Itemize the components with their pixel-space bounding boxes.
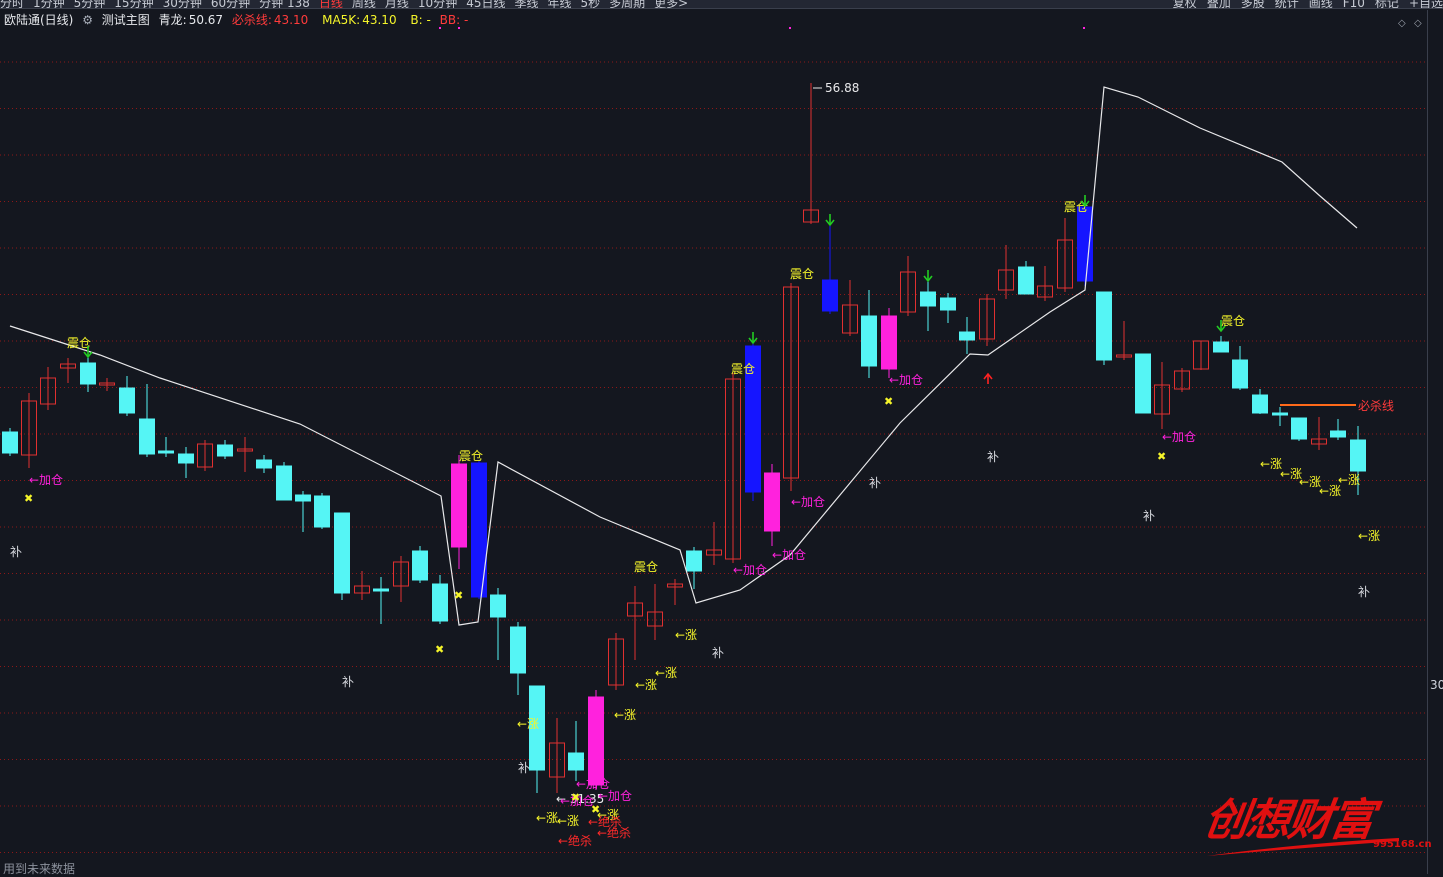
signal-marks: 56.88← 31.35必杀线震仓震仓震仓震仓震仓震仓震仓←加仓←加仓←加仓←加…: [10, 18, 1422, 848]
zhang-label: ←涨: [614, 707, 636, 722]
x-mark-icon: ✖: [454, 589, 463, 602]
candle-body: [1232, 359, 1248, 389]
candle-body: [2, 431, 18, 454]
candle-body: [80, 362, 96, 385]
jiacang-label: ←加仓: [733, 563, 767, 577]
candle-body: [295, 494, 311, 502]
zhang-label: ←涨: [675, 627, 697, 642]
candle-body: [510, 626, 526, 674]
candle-body: [471, 462, 487, 598]
candle-body: [1272, 412, 1288, 416]
jiacang-label: ←加仓: [772, 548, 806, 562]
candle-body: [451, 463, 467, 548]
candle-body: [373, 588, 389, 592]
x-mark-icon: ✖: [1157, 450, 1166, 463]
bu-label: 补: [10, 545, 22, 559]
candle-body: [334, 512, 350, 594]
bu-label: 补: [518, 761, 530, 775]
signal-dot: [789, 27, 791, 29]
zhang-label: ←涨: [536, 810, 558, 825]
signal-dot: [439, 27, 441, 29]
candle-body: [881, 315, 897, 370]
candle-body: [1018, 266, 1034, 295]
candle-body: [959, 331, 975, 341]
x-mark-icon: ✖: [591, 803, 600, 816]
overlay-lines: [9, 86, 1358, 626]
juesha-label: ←绝杀: [558, 833, 592, 848]
candle-body: [1350, 439, 1366, 472]
candle-body: [1252, 394, 1268, 414]
price-axis-tick: 30: [1430, 678, 1443, 692]
candle-body: [1213, 341, 1229, 353]
candle-body: [764, 472, 780, 532]
watermark: 创想财富 995168.cn: [1201, 778, 1432, 858]
jiacang-label: ←加仓: [598, 789, 632, 803]
candle-body: [119, 387, 135, 414]
jiacang-label: ←加仓: [1162, 430, 1196, 444]
bu-label: 补: [342, 675, 354, 689]
candle-body: [1077, 206, 1093, 282]
zhang-label: ←涨: [557, 813, 579, 828]
candle-body: [314, 495, 330, 528]
jiacang-label: ←加仓: [791, 495, 825, 509]
grid-lines: [0, 61, 1427, 853]
candle-body: [686, 550, 702, 572]
future-data-warning: 用到未来数据: [3, 862, 76, 876]
candle-body: [276, 465, 292, 501]
candle-body: [588, 696, 604, 786]
collapse-icon: ◇: [1398, 18, 1406, 29]
expand-icon: ◇: [1414, 18, 1422, 29]
candle-body: [822, 279, 838, 312]
candle-body: [1135, 353, 1151, 414]
candle-body: [1330, 430, 1346, 438]
candle-body: [940, 297, 956, 311]
candle-body: [256, 459, 272, 469]
jiacang-label: ←加仓: [29, 473, 63, 487]
watermark-url: 995168.cn: [1373, 839, 1432, 850]
zhang-label: ←涨: [1299, 474, 1321, 489]
x-mark-icon: ✖: [884, 395, 893, 408]
signal-dot: [1083, 27, 1085, 29]
candle-body: [412, 550, 428, 581]
candle-body: [1096, 291, 1112, 361]
x-mark-icon: ✖: [435, 643, 444, 656]
candle-body: [158, 450, 174, 454]
zhang-label: ←涨: [517, 716, 539, 731]
zhang-label: ←涨: [1260, 456, 1282, 471]
jiacang-label: ←加仓: [889, 373, 923, 387]
bu-label: 补: [712, 646, 724, 660]
candle-body: [920, 291, 936, 307]
zhang-label: ←涨: [635, 677, 657, 692]
candle-body: [217, 444, 233, 457]
juesha-label: ←绝杀: [597, 825, 631, 840]
bu-label: 补: [869, 476, 881, 490]
candle-body: [490, 594, 506, 618]
candle-body: [432, 583, 448, 622]
bu-label: 补: [1143, 509, 1155, 523]
zhencang-label: 震仓: [731, 362, 755, 376]
candle-body: [568, 752, 584, 771]
zhencang-label: 震仓: [634, 560, 658, 574]
bisha-line-label: 必杀线: [1358, 398, 1394, 413]
x-mark-icon: ✖: [571, 791, 580, 804]
high-price-label: 56.88: [825, 81, 859, 95]
candle-body: [178, 453, 194, 464]
zhang-label: ←涨: [1358, 528, 1380, 543]
zhencang-label: 震仓: [790, 267, 814, 281]
candle-body: [139, 418, 155, 455]
bu-label: 补: [1358, 585, 1370, 599]
bu-label: 补: [987, 450, 999, 464]
kline-chart[interactable]: 56.88← 31.35必杀线震仓震仓震仓震仓震仓震仓震仓←加仓←加仓←加仓←加…: [0, 0, 1443, 874]
candle-body: [1291, 417, 1307, 440]
candle-body: [861, 315, 877, 367]
signal-dot: [458, 27, 460, 29]
zhencang-label: 震仓: [459, 449, 483, 463]
qinglong-line: [9, 86, 1358, 626]
zhang-label: ←涨: [655, 665, 677, 680]
x-mark-icon: ✖: [24, 492, 33, 505]
zhang-label: ←涨: [1338, 472, 1360, 487]
